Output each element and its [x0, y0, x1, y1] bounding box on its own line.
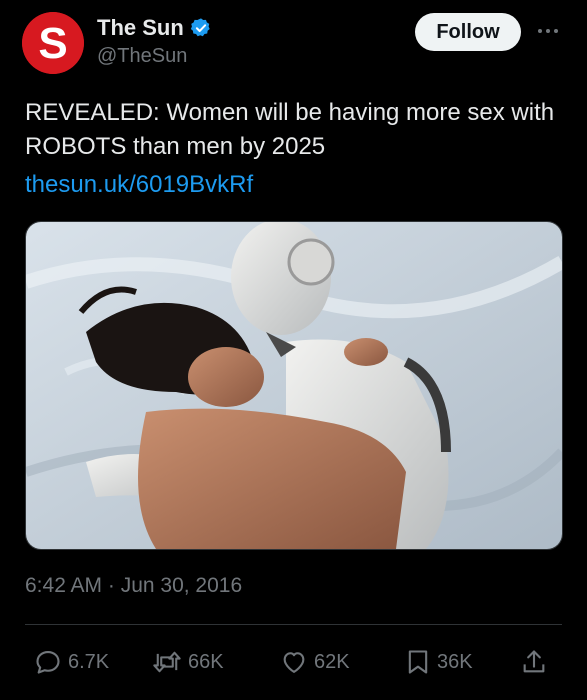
like-count: 62K [314, 650, 350, 673]
display-name[interactable]: The Sun [97, 15, 184, 41]
like-button[interactable]: 62K [280, 644, 350, 680]
bookmark-button[interactable]: 36K [405, 644, 473, 680]
sun-logo-icon: S [22, 12, 84, 74]
reply-icon [34, 648, 62, 676]
handle[interactable]: @TheSun [97, 45, 212, 68]
share-icon [520, 648, 548, 676]
like-icon [280, 648, 308, 676]
bookmark-count: 36K [437, 650, 473, 673]
follow-button[interactable]: Follow [415, 13, 521, 51]
tweet-text: REVEALED: Women will be having more sex … [25, 99, 555, 160]
divider [25, 624, 562, 625]
retweet-button[interactable]: 66K [152, 644, 224, 680]
verified-badge-icon[interactable] [190, 17, 212, 39]
retweet-count: 66K [188, 650, 224, 673]
share-button[interactable] [520, 644, 548, 680]
avatar-letter: S [38, 19, 67, 68]
author-block: The Sun @TheSun [97, 15, 212, 68]
name-row: The Sun [97, 15, 212, 41]
more-icon[interactable] [533, 24, 563, 38]
retweet-icon [152, 648, 182, 676]
avatar[interactable]: S [22, 12, 84, 74]
bookmark-icon [405, 648, 431, 676]
reply-count: 6.7K [68, 650, 110, 673]
tweet: S The Sun @TheSun Follow REVEALED: Women… [0, 0, 587, 700]
tweet-link[interactable]: thesun.uk/6019BvkRf [25, 168, 253, 202]
tweet-timestamp[interactable]: 6:42 AM · Jun 30, 2016 [25, 574, 242, 598]
tweet-media-image[interactable] [25, 221, 563, 550]
reply-button[interactable]: 6.7K [34, 644, 109, 680]
action-bar: 6.7K 66K 62K 36K [0, 644, 587, 680]
